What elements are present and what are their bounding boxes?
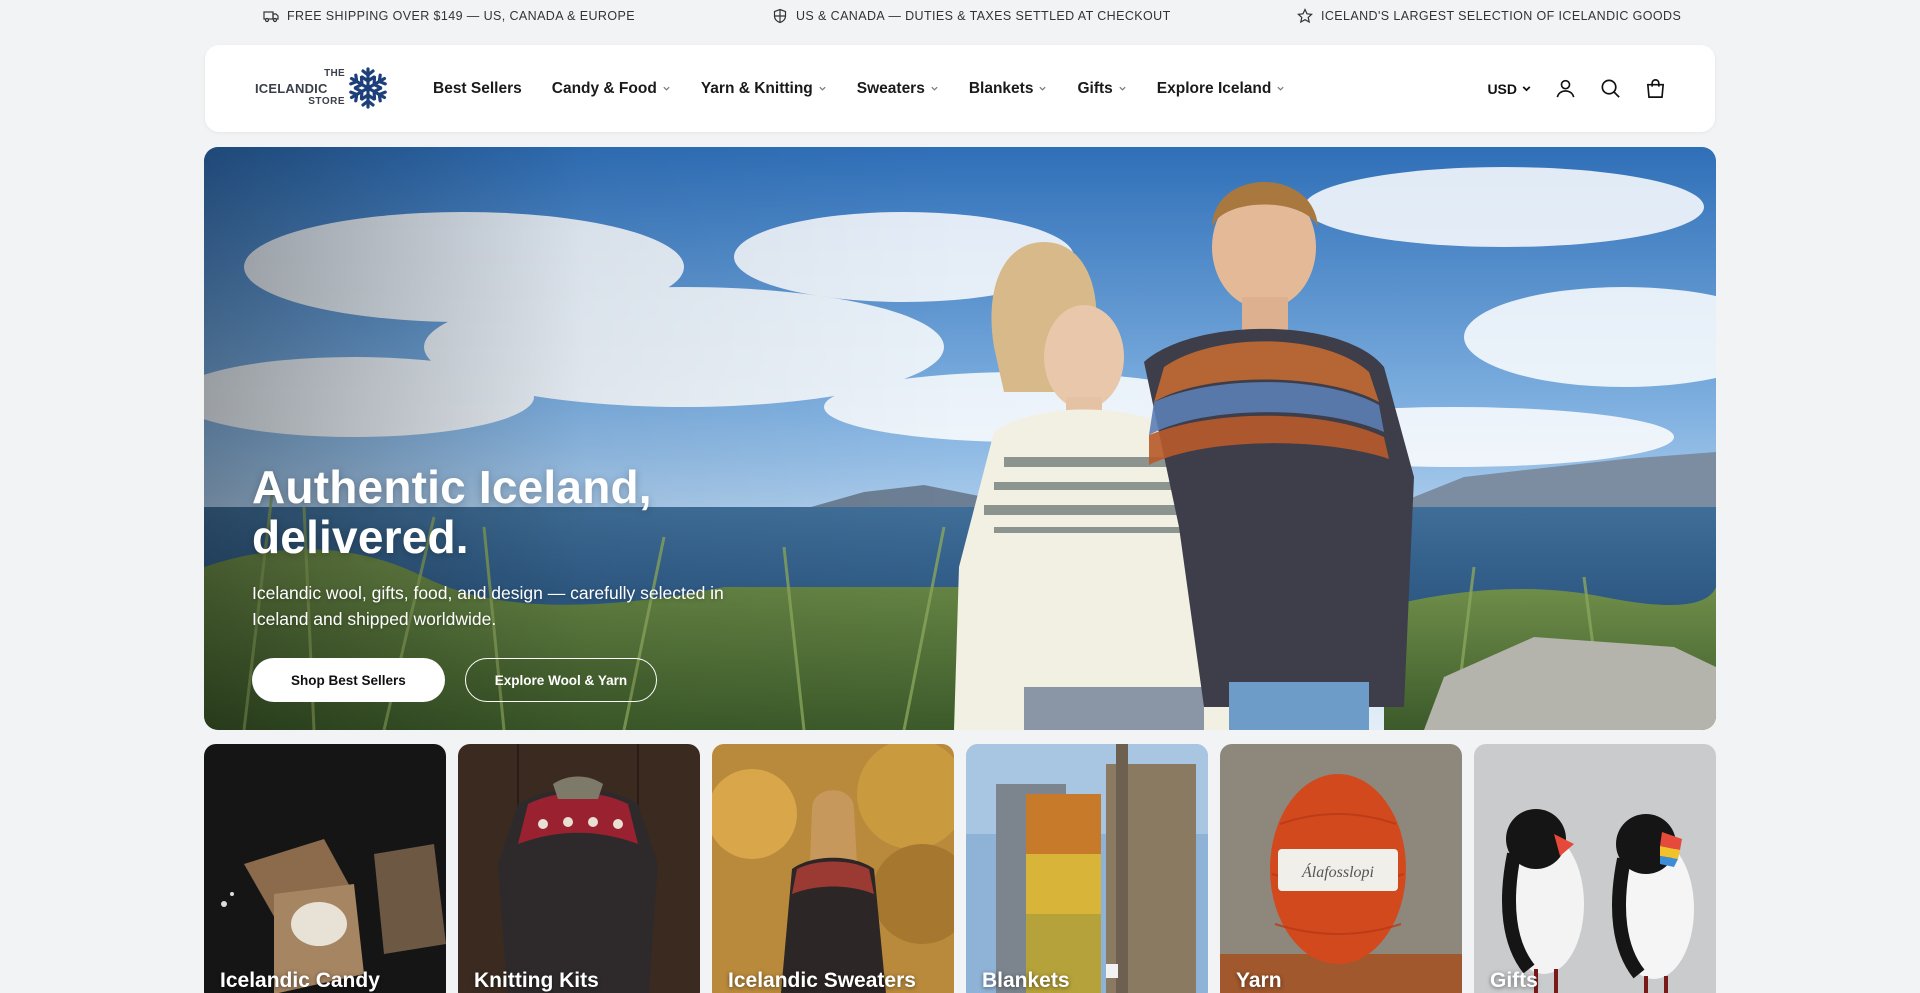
nav-explore-iceland[interactable]: Explore Iceland (1157, 80, 1286, 98)
hero-copy: Authentic Iceland, delivered. Icelandic … (252, 462, 852, 702)
nav-candy-food[interactable]: Candy & Food (552, 80, 671, 98)
announcement-shipping: FREE SHIPPING OVER $149 — US, CANADA & E… (263, 8, 635, 24)
category-label: Blankets (982, 969, 1070, 992)
star-icon (1297, 8, 1313, 24)
nav-label: Blankets (968, 79, 1034, 97)
category-image (204, 744, 446, 993)
nav-label: Best Sellers (433, 79, 522, 97)
category-tile-knitting-kits[interactable]: Knitting Kits (458, 744, 700, 993)
category-image (966, 744, 1208, 993)
chevron-down-icon (1119, 86, 1126, 91)
yarn-brand-label: Álafosslopi (1301, 862, 1374, 881)
category-label: Gifts (1490, 969, 1538, 992)
snowflake-icon (346, 67, 390, 109)
nav-sweaters[interactable]: Sweaters (857, 80, 939, 98)
currency-label: USD (1487, 80, 1517, 97)
category-label: Yarn (1236, 969, 1282, 992)
category-tile-blankets[interactable]: Blankets (966, 744, 1208, 993)
category-image: Álafosslopi (1220, 744, 1462, 993)
shop-best-sellers-button[interactable]: Shop Best Sellers (252, 658, 445, 702)
shield-icon (773, 8, 787, 24)
nav-label: Yarn & Knitting (700, 79, 813, 97)
announcement-duties: US & CANADA — DUTIES & TAXES SETTLED AT … (772, 8, 1171, 24)
chevron-down-icon (1522, 86, 1531, 92)
logo-line-icelandic: ICELANDIC (255, 81, 328, 96)
category-tile-icelandic-sweaters[interactable]: Icelandic Sweaters (712, 744, 954, 993)
main-navigation: Best Sellers Candy & Food Yarn & Knittin… (433, 45, 1315, 132)
announcement-selection: ICELAND'S LARGEST SELECTION OF ICELANDIC… (1297, 8, 1681, 24)
hero-actions: Shop Best Sellers Explore Wool & Yarn (252, 658, 852, 702)
account-icon[interactable] (1554, 77, 1577, 100)
hero-title-line2: delivered. (252, 511, 469, 563)
hero-banner: Authentic Iceland, delivered. Icelandic … (204, 147, 1716, 730)
hero-title: Authentic Iceland, delivered. (252, 462, 852, 562)
logo-wordmark: THE ICELANDIC STORE (255, 65, 351, 111)
category-label: Knitting Kits (474, 969, 599, 992)
nav-blankets[interactable]: Blankets (969, 80, 1048, 98)
category-label: Icelandic Candy (220, 969, 380, 992)
announcement-bar: FREE SHIPPING OVER $149 — US, CANADA & E… (0, 0, 1920, 33)
category-image (458, 744, 700, 993)
category-label: Icelandic Sweaters (728, 969, 916, 992)
hero-subtitle: Icelandic wool, gifts, food, and design … (252, 583, 724, 629)
announcement-text: ICELAND'S LARGEST SELECTION OF ICELANDIC… (1321, 9, 1682, 23)
nav-label: Candy & Food (551, 79, 657, 97)
site-header: THE ICELANDIC STORE Best Sellers Candy &… (205, 45, 1715, 132)
chevron-down-icon (663, 86, 670, 91)
truck-icon (263, 11, 279, 23)
category-image (712, 744, 954, 993)
category-image (1474, 744, 1716, 993)
hero-title-line1: Authentic Iceland, (252, 461, 652, 513)
announcement-text: US & CANADA — DUTIES & TAXES SETTLED AT … (796, 9, 1171, 23)
nav-label: Sweaters (856, 79, 925, 97)
nav-yarn-knitting[interactable]: Yarn & Knitting (701, 80, 827, 98)
category-tile-gifts[interactable]: Gifts (1474, 744, 1716, 993)
cart-bag-icon[interactable] (1644, 77, 1667, 100)
chevron-down-icon (1039, 86, 1047, 91)
nav-gifts[interactable]: Gifts (1077, 80, 1126, 98)
header-tools: USD (1487, 45, 1667, 132)
category-tile-icelandic-candy[interactable]: Icelandic Candy (204, 744, 446, 993)
nav-label: Explore Iceland (1156, 79, 1272, 97)
chevron-down-icon (1277, 86, 1284, 91)
search-icon[interactable] (1599, 77, 1622, 100)
logo-line-store: STORE (308, 96, 345, 107)
category-tile-yarn[interactable]: Álafosslopi Yarn (1220, 744, 1462, 993)
nav-label: Gifts (1077, 79, 1113, 97)
explore-wool-yarn-button[interactable]: Explore Wool & Yarn (464, 658, 658, 702)
chevron-down-icon (819, 86, 826, 91)
currency-selector[interactable]: USD (1487, 81, 1532, 97)
chevron-down-icon (931, 86, 938, 91)
category-tiles: Icelandic Candy Knitting Kits Icelandic … (204, 744, 1716, 993)
logo-line-the: THE (324, 68, 345, 79)
nav-best-sellers[interactable]: Best Sellers (433, 80, 522, 98)
store-logo[interactable]: THE ICELANDIC STORE (255, 65, 395, 111)
announcement-text: FREE SHIPPING OVER $149 — US, CANADA & E… (287, 9, 635, 23)
